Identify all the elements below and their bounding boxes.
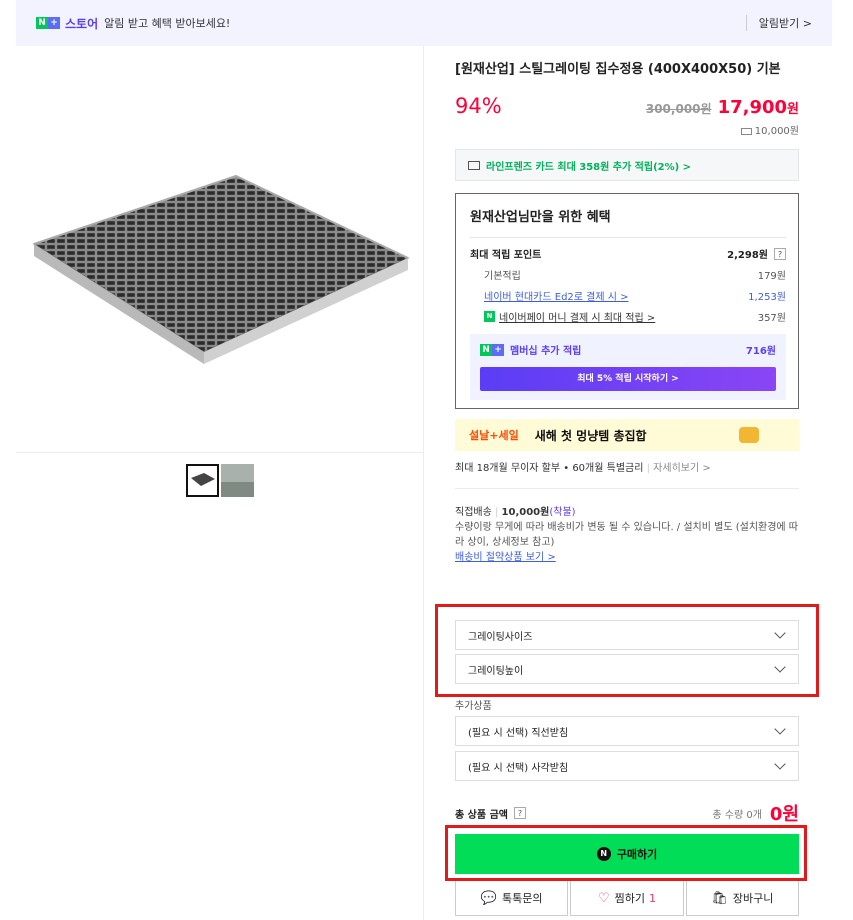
total-amount: 0원 [769, 804, 799, 825]
thumbnail-list [186, 464, 254, 497]
cart-icon: 🛍 [711, 890, 728, 906]
card-benefit-text: 라인프렌즈 카드 최대 358원 추가 적립(2%) > [486, 161, 692, 173]
store-notification-bar: N + 스토어 알림 받고 혜택 받아보세요! 알림받기 > [16, 0, 832, 46]
membership-start-button[interactable]: 최대 5% 적립 시작하기 > [480, 367, 776, 391]
brand-logo: N + 스토어 [36, 15, 98, 32]
delivery-label: 직접배송 [455, 507, 492, 518]
points-item[interactable]: N 네이버페이 머니 결제 시 최대 적립 > 357원 [470, 309, 786, 324]
delivery-info: 직접배송 | 10,000원(착불) 수량이랑 무게에 따라 배송비가 변동 될… [455, 507, 799, 565]
alarm-button[interactable]: 알림받기 > [745, 15, 812, 31]
main-product-image [16, 46, 423, 453]
product-title: [원재산업] 스틸그레이팅 집수정용 (400X400X50) 기본 [455, 62, 781, 77]
sale-price: 17,900원 [717, 97, 799, 118]
truck-icon [740, 127, 752, 135]
naver-plus-icon: N + [480, 343, 504, 356]
max-points-value: 2,298원 [727, 250, 768, 261]
installment-info: 최대 18개월 무이자 할부 • 60개월 특별금리 | 자세히보기 > [455, 459, 799, 489]
thumbnail-1[interactable] [186, 464, 219, 497]
max-points-label: 최대 적립 포인트 [470, 250, 542, 261]
chevron-down-icon [774, 758, 786, 770]
delivery-type: (착불) [549, 507, 576, 518]
square-support-select[interactable]: (필요 시 선택) 사각받침 [455, 751, 799, 781]
chat-icon: 💬 [480, 890, 498, 906]
grating-height-select[interactable]: 그레이팅높이 [455, 654, 799, 684]
promo-message: 새해 첫 멍냥템 총집합 [534, 428, 647, 443]
points-item[interactable]: 네이버 현대카드 Ed2로 결제 시 > 1,253원 [470, 288, 786, 303]
card-icon [468, 160, 480, 170]
discount-rate: 94% [455, 94, 502, 118]
card-benefit-link[interactable]: 라인프렌즈 카드 최대 358원 추가 적립(2%) > [455, 149, 799, 181]
help-icon[interactable]: ? [513, 807, 526, 819]
chevron-down-icon [774, 723, 786, 735]
chevron-down-icon [774, 661, 786, 673]
talk-inquiry-button[interactable]: 💬 톡톡문의 [455, 880, 569, 916]
points-item: 기본적립 179원 [484, 271, 786, 282]
shipping-saving-link[interactable]: 배송비 절약상품 보기 > [455, 550, 799, 565]
buy-button[interactable]: N 구매하기 [455, 834, 799, 874]
installment-detail-link[interactable]: 자세히보기 > [653, 463, 711, 474]
grating-size-select[interactable]: 그레이팅사이즈 [455, 620, 799, 650]
total-label: 총 상품 금액 [455, 809, 508, 821]
brand-store-label: 스토어 [65, 16, 99, 31]
heart-icon: ♡ [597, 890, 610, 906]
total-price-row: 총 상품 금액 ? 총 수량 0개 0원 [455, 800, 799, 826]
pet-icon [739, 427, 759, 443]
straight-support-select[interactable]: (필요 시 선택) 직선받침 [455, 716, 799, 746]
total-quantity: 총 수량 0개 [712, 809, 762, 821]
membership-box: N + 멤버십 추가 적립 716원 최대 5% 적립 시작하기 > [470, 334, 786, 400]
naverpay-icon: N [484, 311, 495, 322]
cart-button[interactable]: 🛍 장바구니 [685, 880, 799, 916]
membership-label: 멤버십 추가 적립 [510, 346, 582, 357]
naver-plus-icon: N + [36, 17, 60, 29]
original-price: 300,000원 [645, 102, 712, 116]
action-buttons: 💬 톡톡문의 ♡ 찜하기 1 🛍 장바구니 [455, 880, 799, 916]
wishlist-button[interactable]: ♡ 찜하기 1 [570, 880, 684, 916]
membership-value: 716원 [745, 346, 776, 357]
promo-tag: 설날+세일 [469, 429, 519, 442]
delivery-price: 10,000원 [501, 507, 550, 518]
delivery-note: 수량이랑 무게에 따라 배송비가 변동 될 수 있습니다. / 설치비 별도 (… [455, 522, 798, 548]
product-info-panel: [원재산업] 스틸그레이팅 집수정용 (400X400X50) 기본 94% 3… [455, 60, 799, 565]
notification-text: 알림 받고 혜택 받아보세요! [104, 17, 231, 30]
promo-banner[interactable]: 설날+세일 새해 첫 멍냥템 총집합 [455, 419, 799, 451]
price-row: 94% 300,000원 17,900원 [455, 94, 799, 118]
wish-count: 1 [649, 891, 656, 905]
naver-n-icon: N [596, 847, 611, 861]
chevron-down-icon [774, 627, 786, 639]
additional-products-label: 추가상품 [455, 701, 492, 712]
shipping-fee: 10,000원 [455, 122, 799, 137]
thumbnail-2[interactable] [221, 464, 254, 497]
max-points-row: 최대 적립 포인트 2,298원 ? [470, 246, 786, 261]
product-gallery [16, 46, 424, 920]
benefit-title: 원재산업님만을 위한 혜택 [470, 206, 786, 238]
help-icon[interactable]: ? [774, 247, 786, 260]
benefit-box: 원재산업님만을 위한 혜택 최대 적립 포인트 2,298원 ? 기본적립 17… [455, 193, 799, 409]
